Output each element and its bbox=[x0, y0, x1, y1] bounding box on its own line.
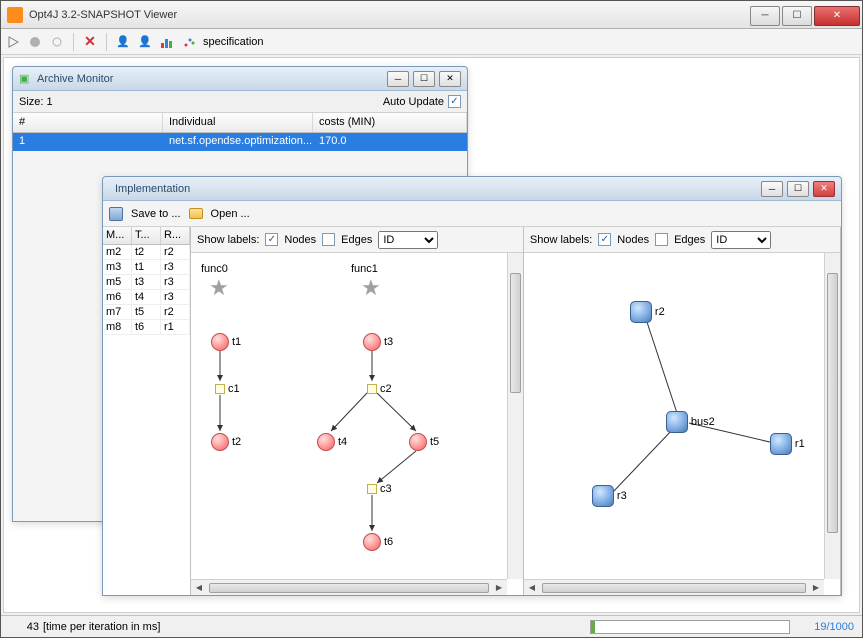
resource-node[interactable] bbox=[666, 411, 688, 433]
archive-table: # Individual costs (MIN) 1 net.sf.opends… bbox=[13, 113, 467, 151]
play-icon[interactable] bbox=[5, 34, 21, 50]
col-r[interactable]: R... bbox=[161, 227, 190, 244]
main-window: Opt4J 3.2-SNAPSHOT Viewer ─ ☐ ✕ ✕ 👤 👤 sp… bbox=[0, 0, 863, 638]
col-t[interactable]: T... bbox=[132, 227, 161, 244]
record-icon[interactable] bbox=[49, 34, 65, 50]
archive-table-header[interactable]: # Individual costs (MIN) bbox=[13, 113, 467, 133]
star-icon: ★ bbox=[361, 279, 381, 297]
func-label: func1 bbox=[351, 263, 378, 275]
task-graph-canvas[interactable]: func0 ★ func1 ★ t1 c1 t2 t3 c2 t4 t5 c3 … bbox=[191, 253, 523, 595]
app-title: Opt4J 3.2-SNAPSHOT Viewer bbox=[29, 9, 750, 21]
task-node[interactable] bbox=[363, 333, 381, 351]
implementation-window: Implementation ─ ☐ ✕ Save to ... Open ..… bbox=[102, 176, 842, 596]
impl-maximize-button[interactable]: ☐ bbox=[787, 181, 809, 197]
iteration-time-value: 43 bbox=[9, 621, 39, 633]
task-node[interactable] bbox=[409, 433, 427, 451]
folder-icon bbox=[189, 208, 203, 219]
archive-minimize-button[interactable]: ─ bbox=[387, 71, 409, 87]
save-button[interactable]: Save to ... bbox=[131, 208, 181, 220]
show-labels-label: Show labels: bbox=[197, 234, 259, 246]
impl-toolbar: Save to ... Open ... bbox=[103, 201, 841, 227]
nodes-label: Nodes bbox=[284, 234, 316, 246]
edges-label: Edges bbox=[341, 234, 372, 246]
edges-checkbox[interactable] bbox=[322, 233, 335, 246]
archive-title: Archive Monitor bbox=[37, 73, 387, 85]
table-row[interactable]: m6t4r3 bbox=[103, 290, 190, 305]
auto-update-checkbox[interactable]: ✓ bbox=[448, 95, 461, 108]
comm-node[interactable] bbox=[215, 384, 225, 394]
scrollbar-vertical[interactable] bbox=[507, 253, 523, 579]
nodes-checkbox[interactable]: ✓ bbox=[265, 233, 278, 246]
col-cost[interactable]: costs (MIN) bbox=[313, 113, 467, 132]
nodes-label: Nodes bbox=[617, 234, 649, 246]
save-icon bbox=[109, 207, 123, 221]
open-button[interactable]: Open ... bbox=[211, 208, 250, 220]
table-row[interactable]: m2t2r2 bbox=[103, 245, 190, 260]
delete-icon[interactable]: ✕ bbox=[82, 34, 98, 50]
edges-label: Edges bbox=[674, 234, 705, 246]
minimize-button[interactable]: ─ bbox=[750, 6, 780, 26]
comm-node[interactable] bbox=[367, 384, 377, 394]
table-row[interactable]: m3t1r3 bbox=[103, 260, 190, 275]
main-toolbar: ✕ 👤 👤 specification bbox=[1, 29, 862, 55]
status-bar: 43 [time per iteration in ms] 19/1000 bbox=[1, 615, 862, 637]
col-individual[interactable]: Individual bbox=[163, 113, 313, 132]
auto-update-label: Auto Update bbox=[383, 96, 444, 108]
task-node[interactable] bbox=[211, 433, 229, 451]
impl-title: Implementation bbox=[109, 183, 761, 195]
resource-graph-panel: Show labels: ✓ Nodes Edges ID r2 bbox=[524, 227, 841, 595]
scrollbar-horizontal[interactable]: ◀▶ bbox=[191, 579, 507, 595]
resource-graph-canvas[interactable]: r2 bus2 r1 r3 ◀▶ bbox=[524, 253, 840, 595]
edges-checkbox[interactable] bbox=[655, 233, 668, 246]
iteration-counter: 19/1000 bbox=[794, 621, 854, 633]
id-dropdown[interactable]: ID bbox=[711, 231, 771, 249]
archive-header: Size: 1 Auto Update ✓ bbox=[13, 91, 467, 113]
star-icon: ★ bbox=[209, 279, 229, 297]
nodes-checkbox[interactable]: ✓ bbox=[598, 233, 611, 246]
user-blue-icon[interactable]: 👤 bbox=[137, 34, 153, 50]
app-icon bbox=[7, 7, 23, 23]
col-number[interactable]: # bbox=[13, 113, 163, 132]
main-titlebar[interactable]: Opt4J 3.2-SNAPSHOT Viewer ─ ☐ ✕ bbox=[1, 1, 862, 29]
func-label: func0 bbox=[201, 263, 228, 275]
user-green-icon[interactable]: 👤 bbox=[115, 34, 131, 50]
impl-close-button[interactable]: ✕ bbox=[813, 181, 835, 197]
task-node[interactable] bbox=[317, 433, 335, 451]
impl-titlebar[interactable]: Implementation ─ ☐ ✕ bbox=[103, 177, 841, 201]
table-row[interactable]: m5t3r3 bbox=[103, 275, 190, 290]
table-row[interactable]: m7t5r2 bbox=[103, 305, 190, 320]
scatter-icon[interactable] bbox=[181, 34, 197, 50]
table-row[interactable]: m8t6r1 bbox=[103, 320, 190, 335]
chart-icon[interactable] bbox=[159, 34, 175, 50]
progress-bar bbox=[590, 620, 790, 634]
specification-label[interactable]: specification bbox=[203, 36, 264, 48]
pause-icon[interactable] bbox=[27, 34, 43, 50]
resource-node[interactable] bbox=[592, 485, 614, 507]
archive-size-label: Size: 1 bbox=[19, 96, 53, 108]
task-node[interactable] bbox=[363, 533, 381, 551]
comm-node[interactable] bbox=[367, 484, 377, 494]
close-button[interactable]: ✕ bbox=[814, 6, 860, 26]
impl-minimize-button[interactable]: ─ bbox=[761, 181, 783, 197]
table-row[interactable]: 1 net.sf.opendse.optimization... 170.0 bbox=[13, 133, 467, 151]
archive-titlebar[interactable]: ▣ Archive Monitor ─ ☐ ✕ bbox=[13, 67, 467, 91]
archive-maximize-button[interactable]: ☐ bbox=[413, 71, 435, 87]
task-graph-panel: Show labels: ✓ Nodes Edges ID bbox=[191, 227, 524, 595]
archive-close-button[interactable]: ✕ bbox=[439, 71, 461, 87]
content-area: ▣ Archive Monitor ─ ☐ ✕ Size: 1 Auto Upd… bbox=[3, 57, 860, 613]
archive-icon: ▣ bbox=[19, 72, 33, 86]
mapping-table: M... T... R... m2t2r2 m3t1r3 m5t3r3 m6t4… bbox=[103, 227, 191, 595]
col-m[interactable]: M... bbox=[103, 227, 132, 244]
scrollbar-horizontal[interactable]: ◀▶ bbox=[524, 579, 824, 595]
resource-node[interactable] bbox=[770, 433, 792, 455]
maximize-button[interactable]: ☐ bbox=[782, 6, 812, 26]
scrollbar-vertical[interactable] bbox=[824, 253, 840, 579]
task-node[interactable] bbox=[211, 333, 229, 351]
resource-node[interactable] bbox=[630, 301, 652, 323]
iteration-time-label: [time per iteration in ms] bbox=[43, 621, 160, 633]
id-dropdown[interactable]: ID bbox=[378, 231, 438, 249]
show-labels-label: Show labels: bbox=[530, 234, 592, 246]
